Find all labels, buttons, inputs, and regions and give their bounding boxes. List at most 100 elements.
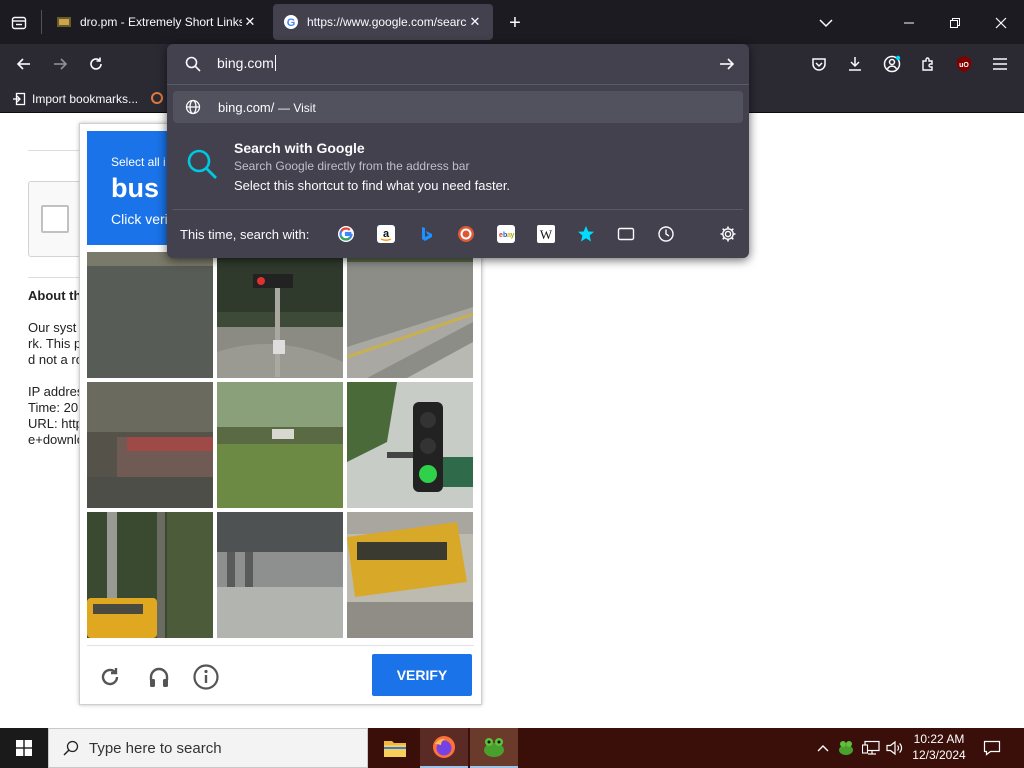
page-text-line: Time: 20 [28,400,79,415]
search-icon [183,54,203,74]
search-shortcut-tip[interactable]: Search with Google Search Google directl… [167,130,749,202]
captcha-tile[interactable] [87,382,213,508]
tab-bar: dro.pm - Extremely Short Links ✕ G https… [0,0,1024,44]
captcha-instruction-pre: Select all i [111,155,166,169]
captcha-tile[interactable] [347,512,473,638]
duckduckgo-icon[interactable] [456,224,476,244]
shortcut-subtitle: Search Google directly from the address … [234,159,470,173]
extensions-icon[interactable] [917,53,939,75]
search-icon [63,740,79,756]
captcha-tile[interactable] [347,382,473,508]
amazon-icon[interactable]: a [376,224,396,244]
suggestion-url: bing.com/ [218,100,275,115]
google-icon[interactable] [336,224,356,244]
divider [173,209,743,210]
downloads-icon[interactable] [844,53,866,75]
minimize-icon[interactable] [898,12,920,34]
notifications-icon[interactable] [981,738,1003,758]
magnifier-large-icon [185,146,219,182]
shortcut-description: Select this shortcut to find what you ne… [234,178,511,193]
page-text-line: IP addres [28,384,84,399]
volume-icon[interactable] [884,738,906,758]
page-text-line: e+downlo [28,432,85,447]
verify-button[interactable]: VERIFY [372,654,472,696]
svg-text:y: y [511,232,515,239]
folder-icon [384,741,406,757]
search-settings-gear-icon[interactable] [718,224,738,244]
forward-icon[interactable] [49,53,71,75]
hamburger-menu-icon[interactable] [989,53,1011,75]
ublock-origin-icon[interactable]: uO [953,53,975,75]
urlbar-input-row[interactable]: bing.com [167,44,749,84]
close-window-icon[interactable] [990,12,1012,34]
back-icon[interactable] [13,53,35,75]
tab-dro-pm[interactable]: dro.pm - Extremely Short Links ✕ [46,4,268,40]
taskbar-search-placeholder: Type here to search [89,739,222,757]
windows-taskbar: Type here to search 10:22 AM 12/3/2024 [0,728,1024,768]
bing-icon[interactable] [416,224,436,244]
taskbar-app[interactable] [470,728,518,768]
urlbar-value: bing.com [217,55,274,71]
go-arrow-icon[interactable] [716,54,738,74]
taskbar-firefox[interactable] [420,728,468,768]
captcha-tile[interactable] [87,512,213,638]
captcha-target-word: bus [111,173,160,203]
tray-app-icon[interactable] [836,738,856,758]
new-tab-button[interactable]: + [504,12,526,34]
start-button[interactable] [0,728,48,768]
recaptcha-checkbox[interactable] [41,205,69,233]
taskbar-search-box[interactable]: Type here to search [48,728,368,768]
taskbar-file-explorer[interactable] [372,728,418,768]
search-with-label: This time, search with: [180,227,310,242]
network-icon[interactable] [860,738,882,758]
firefox-icon [433,736,455,758]
list-all-tabs-icon[interactable] [815,12,837,34]
captcha-footer [87,645,474,646]
page-heading: About th [28,288,82,303]
ebay-icon[interactable]: ebay [496,224,516,244]
suggestion-visit-row[interactable]: bing.com/ — Visit [173,91,743,123]
svg-text:W: W [540,227,553,242]
wikipedia-icon[interactable]: W [536,224,556,244]
svg-text:G: G [287,17,296,29]
import-bookmarks-button[interactable]: Import bookmarks... [12,90,138,108]
globe-icon [185,99,201,115]
close-tab-icon[interactable]: ✕ [467,14,483,30]
tab-google-search[interactable]: G https://www.google.com/searc ✕ [273,4,493,40]
reload-challenge-icon[interactable] [98,665,122,689]
captcha-tile[interactable] [87,252,213,378]
bookmarks-star-icon[interactable] [576,224,596,244]
reload-icon[interactable] [85,53,107,75]
page-text-line: rk. This p [28,336,82,351]
clock-time: 10:22 AM [913,732,965,746]
tab-title: https://www.google.com/searc [307,15,467,29]
google-favicon: G [284,15,298,29]
urlbar-input[interactable]: bing.com [217,55,276,71]
captcha-tile[interactable] [347,252,473,378]
firefox-view-icon[interactable] [8,12,30,34]
captcha-tile[interactable] [217,382,343,508]
tabs-icon[interactable] [616,224,636,244]
history-icon[interactable] [656,224,676,244]
bookmark-favicon[interactable] [150,91,166,107]
restore-icon[interactable] [944,12,966,34]
captcha-tile[interactable] [217,252,343,378]
captcha-tile[interactable] [217,512,343,638]
import-bookmarks-label: Import bookmarks... [32,92,139,106]
import-icon [13,92,26,106]
taskbar-clock[interactable]: 10:22 AM 12/3/2024 [908,731,970,765]
pocket-icon[interactable] [808,53,830,75]
info-icon[interactable] [193,664,219,690]
urlbar-dropdown: bing.com bing.com/ — Visit Search with G… [167,44,749,258]
shortcut-title: Search with Google [234,140,365,156]
frog-app-icon [484,738,504,757]
audio-challenge-icon[interactable] [146,664,172,690]
dro-pm-favicon [57,17,71,27]
show-hidden-icons-chevron[interactable] [814,738,832,758]
suggestion-action: — Visit [278,101,316,115]
captcha-instruction-post: Click veri [111,211,168,227]
account-icon[interactable] [881,53,903,75]
clock-date: 12/3/2024 [912,748,966,762]
close-tab-icon[interactable]: ✕ [242,14,258,30]
page-text-line: URL: http [28,416,83,431]
